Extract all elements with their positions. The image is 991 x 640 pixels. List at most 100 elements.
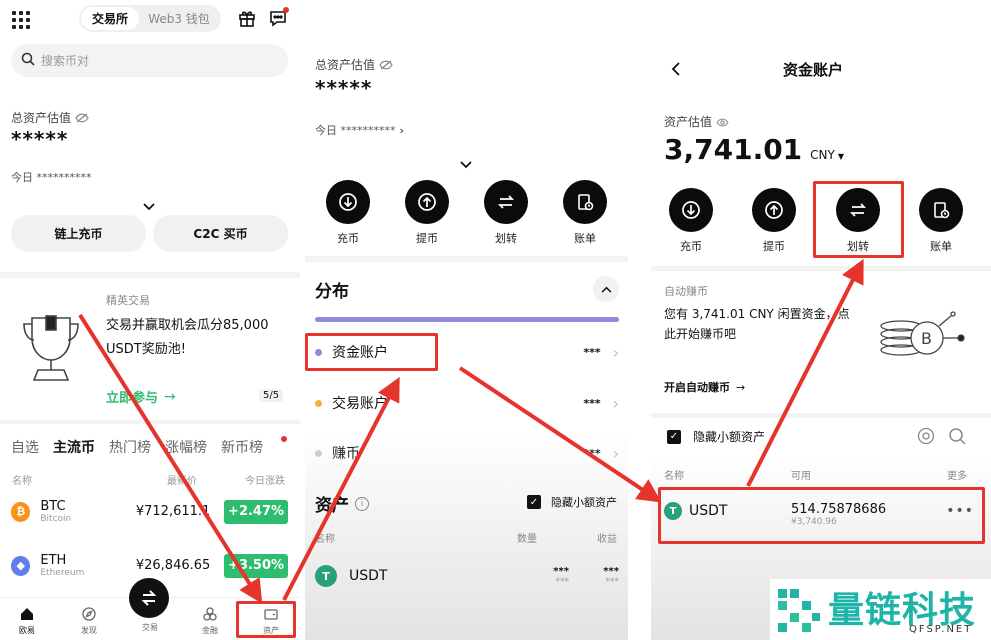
promo-text-line1: 交易并赢取机会瓜分85,000 [106, 318, 269, 333]
expand-chevron-icon[interactable] [460, 154, 472, 173]
market-row[interactable]: ◆ ETH Ethereum ¥26,846.65 +3.50% [11, 553, 289, 578]
search-bar[interactable]: 搜索币对 [11, 44, 288, 77]
tab-mainstream[interactable]: 主流币 [53, 437, 95, 457]
eye-off-icon[interactable] [379, 55, 393, 74]
coin-symbol: BTC [40, 499, 66, 514]
coin-name: Ethereum [40, 568, 85, 578]
divider [0, 420, 300, 424]
deposit-icon [669, 188, 713, 232]
deposit-label: 充币 [337, 232, 359, 245]
trophy-icon [20, 312, 82, 388]
total-assets-header: 总资产估值 [11, 108, 89, 127]
home-icon [21, 608, 33, 620]
tab-hot[interactable]: 热门榜 [109, 437, 151, 457]
gift-icon[interactable] [238, 9, 256, 31]
home-panel: 交易所 Web3 钱包 搜索币对 总资产估值 ***** 今日 ********… [0, 0, 300, 640]
asset-qty: *** [553, 565, 569, 577]
promo-kicker: 精英交易 [106, 294, 150, 307]
col-name-header: 名称 [12, 476, 32, 487]
info-icon[interactable]: i [355, 496, 369, 511]
eye-icon[interactable] [716, 112, 729, 131]
pie-settings-icon[interactable] [917, 427, 935, 449]
arrow-right-icon: → [164, 388, 176, 405]
chevron-right-icon: › [612, 393, 619, 413]
asset-row-usdt[interactable]: T USDT *** *** *** *** [315, 565, 619, 587]
assets-title: 资产 [315, 496, 349, 516]
deposit-icon [326, 180, 370, 224]
asset-gain: *** [603, 565, 619, 577]
coin-price: ¥26,846.65 [135, 558, 211, 573]
divider [305, 256, 628, 262]
divider [0, 272, 300, 278]
estimate-value-row: 3,741.01 CNY ▼ [664, 133, 844, 166]
search-icon[interactable] [948, 427, 966, 449]
withdraw-label: 提币 [763, 240, 785, 253]
chevron-right-icon: › [399, 123, 404, 137]
watermark: 量链科技 QFSP.NET [770, 579, 991, 640]
onchain-deposit-button[interactable]: 链上充币 [11, 215, 146, 252]
chevron-right-icon: › [612, 342, 619, 362]
action-transfer[interactable]: 划转 [484, 180, 528, 246]
currency-select[interactable]: CNY [810, 148, 835, 162]
c2c-buy-button[interactable]: C2C 买币 [153, 215, 288, 252]
promo-cta-label: 立即参与 [106, 391, 159, 406]
back-chevron-icon[interactable] [671, 61, 680, 80]
action-withdraw[interactable]: 提币 [752, 188, 796, 254]
nav-trade[interactable]: 交易 [129, 578, 171, 633]
nav-home[interactable]: 欧易 [12, 606, 42, 636]
tab-exchange[interactable]: 交易所 [81, 7, 139, 30]
account-label: 交易账户 [332, 396, 388, 412]
action-bills[interactable]: 账单 [563, 180, 607, 246]
eth-coin-icon: ◆ [11, 555, 31, 576]
asset-symbol: USDT [349, 568, 388, 584]
account-value: *** [583, 345, 601, 359]
promo-cta-link[interactable]: 立即参与 → [106, 387, 176, 407]
apps-grid-icon[interactable] [12, 11, 30, 29]
expand-chevron-icon[interactable] [143, 196, 155, 215]
col-qty-header: 数量 [517, 534, 537, 545]
collapse-chevron-icon[interactable] [593, 276, 619, 302]
market-tabs: 自选 主流币 热门榜 涨幅榜 新币榜 [11, 437, 277, 457]
tab-new-listings[interactable]: 新币榜 [221, 437, 263, 457]
action-deposit[interactable]: 充币 [669, 188, 713, 254]
auto-earn-cta[interactable]: 开启自动赚币 → [664, 379, 745, 395]
today-pnl-link[interactable]: 今日 ********** › [315, 122, 404, 138]
compass-icon [82, 607, 96, 621]
col-name-header: 名称 [664, 471, 684, 482]
tab-favorites[interactable]: 自选 [11, 437, 39, 457]
eye-off-icon[interactable] [75, 108, 89, 127]
caret-down-icon[interactable]: ▼ [838, 152, 844, 161]
hide-small-label: 隐藏小额资产 [551, 496, 617, 509]
divider [651, 413, 991, 418]
total-assets-label: 总资产估值 [315, 58, 376, 72]
withdraw-label: 提币 [416, 232, 438, 245]
highlight-funding-account [305, 333, 438, 371]
auto-earn-cta-label: 开启自动赚币 [664, 381, 730, 394]
tab-web3-wallet[interactable]: Web3 钱包 [139, 10, 219, 27]
new-dot-badge [281, 436, 287, 442]
deposit-label: 充币 [680, 240, 702, 253]
total-assets-label: 总资产估值 [11, 111, 72, 125]
nav-discover[interactable]: 发现 [74, 606, 104, 636]
distribution-bar [315, 317, 619, 322]
trade-swap-button[interactable] [129, 578, 169, 618]
market-row[interactable]: ₿ BTC Bitcoin ¥712,611.1 +2.47% [11, 499, 289, 524]
tab-gainers[interactable]: 涨幅榜 [165, 437, 207, 457]
action-bills[interactable]: 账单 [919, 188, 963, 254]
hide-small-toggle[interactable]: ✓ 隐藏小额资产 [527, 494, 617, 510]
action-deposit[interactable]: 充币 [326, 180, 370, 246]
transfer-label: 划转 [495, 232, 517, 245]
bills-label: 账单 [930, 240, 952, 253]
message-icon[interactable] [269, 7, 289, 31]
finance-icon [203, 607, 217, 621]
estimate-label: 资产估值 [664, 115, 713, 129]
highlight-transfer [813, 181, 904, 258]
promo-text-line2: USDT奖励池! [106, 342, 186, 357]
account-row-trading[interactable]: 交易账户 *** › [315, 393, 619, 413]
hide-small-toggle[interactable]: ✓ 隐藏小额资产 [667, 428, 765, 445]
action-withdraw[interactable]: 提币 [405, 180, 449, 246]
transfer-icon [484, 180, 528, 224]
page-title: 资金账户 [783, 61, 844, 79]
coin-name: Bitcoin [40, 514, 72, 524]
nav-finance[interactable]: 金融 [195, 606, 225, 636]
